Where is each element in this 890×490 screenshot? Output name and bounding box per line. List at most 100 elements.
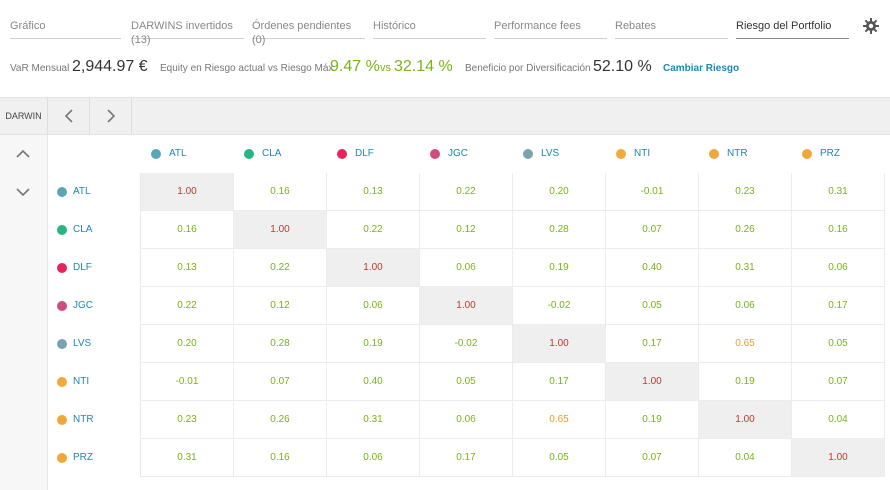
correlation-cell: -0.01 <box>606 173 699 211</box>
correlation-cell: 0.04 <box>792 401 885 439</box>
correlation-cell: 0.19 <box>606 401 699 439</box>
scroll-up-button[interactable] <box>0 135 48 173</box>
correlation-cell: 0.65 <box>513 401 606 439</box>
next-page-button[interactable] <box>90 98 132 134</box>
matrix-toolbar: DARWIN <box>0 97 890 135</box>
darwin-color-dot <box>709 149 719 159</box>
row-label-lvs[interactable]: LVS <box>48 325 141 363</box>
correlation-cell: 1.00 <box>141 173 234 211</box>
column-header-jgc[interactable]: JGC <box>430 135 513 173</box>
row-label-text: LVS <box>73 338 92 349</box>
darwin-color-dot <box>151 149 161 159</box>
equity-label: Equity en Riesgo actual vs Riesgo Máx. <box>160 63 337 74</box>
row-label-text: DLF <box>73 262 92 273</box>
column-header-label: ATL <box>169 148 187 159</box>
correlation-cell: 0.16 <box>792 211 885 249</box>
correlation-cell: 0.17 <box>513 363 606 401</box>
column-header-prz[interactable]: PRZ <box>802 135 885 173</box>
correlation-cell: 0.19 <box>327 325 420 363</box>
correlation-cell: 0.07 <box>792 363 885 401</box>
gear-icon[interactable] <box>863 18 879 34</box>
vs-label: vs <box>380 62 391 74</box>
column-header-label: JGC <box>448 148 468 159</box>
row-label-dlf[interactable]: DLF <box>48 249 141 287</box>
darwin-color-dot <box>337 149 347 159</box>
darwin-color-dot <box>57 225 67 235</box>
darwin-color-dot <box>57 301 67 311</box>
correlation-cell: 0.07 <box>606 211 699 249</box>
row-label-jgc[interactable]: JGC <box>48 287 141 325</box>
correlation-cell: 0.22 <box>234 249 327 287</box>
chevron-left-icon <box>64 109 73 123</box>
tab-rebates[interactable]: Rebates <box>615 19 728 39</box>
risk-summary: VaR Mensual 2,944.97 € Equity en Riesgo … <box>10 56 890 82</box>
row-label-text: NTI <box>73 376 90 387</box>
correlation-cell: 1.00 <box>420 287 513 325</box>
column-header-atl[interactable]: ATL <box>151 135 234 173</box>
correlation-cell: 0.06 <box>792 249 885 287</box>
row-label-nti[interactable]: NTI <box>48 363 141 401</box>
correlation-cell: 0.16 <box>234 173 327 211</box>
darwin-color-dot <box>57 187 67 197</box>
row-label-prz[interactable]: PRZ <box>48 439 141 477</box>
row-label-atl[interactable]: ATL <box>48 173 141 211</box>
column-header-label: NTR <box>727 148 748 159</box>
darwin-color-dot <box>616 149 626 159</box>
correlation-cell: 0.17 <box>606 325 699 363</box>
row-label-ntr[interactable]: NTR <box>48 401 141 439</box>
correlation-cell: 0.07 <box>606 439 699 477</box>
correlation-cell: 0.19 <box>699 363 792 401</box>
tab-ordenes-pendientes[interactable]: Órdenes pendientes (0) <box>252 19 365 46</box>
prev-page-button[interactable] <box>48 98 90 134</box>
row-label-text: CLA <box>73 224 93 235</box>
column-header-cla[interactable]: CLA <box>244 135 327 173</box>
row-label-cla[interactable]: CLA <box>48 211 141 249</box>
column-header-ntr[interactable]: NTR <box>709 135 792 173</box>
correlation-cell: 0.13 <box>327 173 420 211</box>
correlation-cell: 0.23 <box>699 173 792 211</box>
correlation-cell: 0.17 <box>792 287 885 325</box>
darwin-color-dot <box>57 415 67 425</box>
correlation-cell: 1.00 <box>606 363 699 401</box>
correlation-cell: 0.20 <box>513 173 606 211</box>
tab-darwins-invertidos[interactable]: DARWINS invertidos (13) <box>131 19 244 46</box>
column-header-label: LVS <box>541 148 560 159</box>
correlation-cell: 0.19 <box>513 249 606 287</box>
equity-max: 32.14 % <box>394 58 453 75</box>
tab-bar: Gráfico DARWINS invertidos (13) Órdenes … <box>0 0 890 56</box>
column-header-label: CLA <box>262 148 282 159</box>
correlation-cell: -0.01 <box>141 363 234 401</box>
chevron-right-icon <box>107 109 116 123</box>
column-header-nti[interactable]: NTI <box>616 135 699 173</box>
correlation-cell: 0.07 <box>234 363 327 401</box>
darwin-color-dot <box>57 453 67 463</box>
correlation-cell: 0.05 <box>420 363 513 401</box>
column-header-label: PRZ <box>820 148 840 159</box>
correlation-cell: 0.20 <box>141 325 234 363</box>
darwin-color-dot <box>57 263 67 273</box>
correlation-cell: 0.06 <box>420 401 513 439</box>
tab-grafico[interactable]: Gráfico <box>10 19 121 39</box>
column-header-lvs[interactable]: LVS <box>523 135 606 173</box>
tab-riesgo-portfolio[interactable]: Riesgo del Portfolio <box>736 19 849 39</box>
row-label-text: ATL <box>73 186 91 197</box>
tab-historico[interactable]: Histórico <box>373 19 486 39</box>
correlation-cell: 0.31 <box>141 439 234 477</box>
var-value: 2,944.97 € <box>72 58 148 75</box>
correlation-cell: 0.26 <box>699 211 792 249</box>
row-label-text: JGC <box>73 300 93 311</box>
tab-performance-fees[interactable]: Performance fees <box>494 19 607 39</box>
correlation-cell: 0.31 <box>699 249 792 287</box>
correlation-cell: 1.00 <box>513 325 606 363</box>
correlation-cell: 0.12 <box>420 211 513 249</box>
scroll-down-button[interactable] <box>0 173 48 211</box>
correlation-cell: 0.12 <box>234 287 327 325</box>
change-risk-link[interactable]: Cambiar Riesgo <box>663 63 739 74</box>
column-header-dlf[interactable]: DLF <box>337 135 420 173</box>
correlation-cell: 1.00 <box>327 249 420 287</box>
diversification-value: 52.10 % <box>593 58 652 75</box>
correlation-cell: 0.28 <box>234 325 327 363</box>
darwin-color-dot <box>57 377 67 387</box>
darwin-color-dot <box>430 149 440 159</box>
correlation-cell: 0.65 <box>699 325 792 363</box>
